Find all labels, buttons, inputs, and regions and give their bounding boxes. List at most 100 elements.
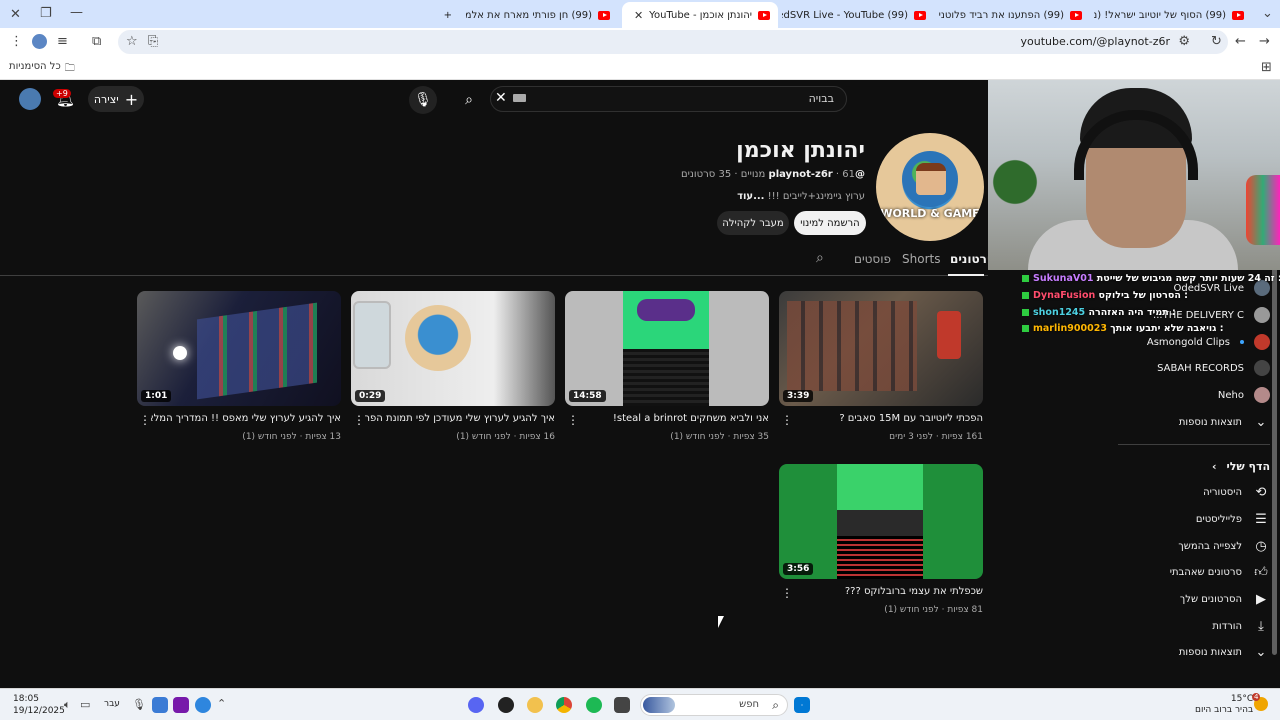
taskbar-discord-icon[interactable] — [468, 697, 484, 713]
video-title[interactable]: איך להגיע לערוץ שלי מאפס !! המדריך המלא … — [151, 413, 341, 424]
channel-avatar[interactable]: WORLD & GAME — [876, 133, 984, 241]
history-icon: ⟲ — [1255, 484, 1267, 500]
tray-onenote-icon[interactable] — [173, 697, 189, 713]
speaker-icon[interactable]: 🔈︎ — [64, 699, 71, 710]
channel-search-icon[interactable]: ⌕ — [816, 250, 824, 266]
search-input[interactable]: ✕ בבויה — [490, 86, 847, 112]
sidebar-item-watch-later[interactable]: ◷ לצפייה בהמשך — [1178, 534, 1270, 558]
voice-search-button[interactable]: 🎙︎ — [409, 86, 437, 114]
video-thumbnail[interactable]: 3:56 — [779, 464, 983, 579]
back-icon[interactable]: → — [1259, 35, 1270, 48]
bookmark-star-icon[interactable]: ☆ — [126, 35, 138, 48]
search-button[interactable]: ⌕ — [455, 86, 483, 114]
sidebar-item-your-videos[interactable]: ▶ הסרטונים שלך — [1180, 587, 1270, 611]
taskbar-chrome-icon[interactable] — [556, 697, 572, 713]
forward-icon[interactable]: ← — [1235, 35, 1246, 48]
taskbar-clock[interactable]: 18:05 19/12/2025 — [13, 693, 65, 717]
subscribe-button[interactable]: הרשמה למינוי — [794, 211, 866, 235]
all-bookmarks-button[interactable]: 🗀 כל הסימניות — [9, 61, 75, 78]
extensions-icon[interactable]: ⧉ — [92, 35, 101, 48]
thumbnail-graphic — [637, 299, 695, 321]
sidebar-you-header[interactable]: הדף שלי › — [1212, 454, 1270, 478]
taskbar-weather[interactable]: 15°C בהיר ברוב היום — [1195, 694, 1253, 716]
game-controller-icon — [1246, 175, 1280, 245]
video-menu-icon[interactable]: ⋮ — [139, 413, 151, 427]
thumbnail-graphic — [937, 311, 961, 359]
webcam-overlay — [988, 80, 1280, 270]
video-menu-icon[interactable]: ⋮ — [781, 586, 793, 600]
install-app-icon[interactable]: ⎘ — [148, 35, 158, 48]
channel-avatar-icon — [1254, 334, 1270, 350]
browser-tab-active[interactable]: יהונתן אוכמן - YouTube ✕ — [622, 2, 778, 28]
microphone-tray-icon[interactable]: 🎙︎ — [132, 699, 146, 710]
youtube-favicon-icon — [598, 10, 610, 20]
taskbar-spotify-icon[interactable] — [586, 697, 602, 713]
tray-app-icon[interactable] — [152, 697, 168, 713]
channel-description[interactable]: ערוץ גיימינג+לייבים !!! ...עוד — [737, 191, 865, 202]
tab-shorts[interactable]: Shorts — [902, 252, 940, 266]
sidebar-item-downloads[interactable]: ⤓ הורדות — [1212, 614, 1270, 638]
tab-posts[interactable]: פוסטים — [854, 252, 891, 266]
video-title[interactable]: איך להגיע לערוץ שלי מעודכן לפי תמונת הפר… — [365, 413, 555, 424]
profile-avatar-icon[interactable] — [32, 34, 47, 49]
user-avatar[interactable] — [19, 88, 41, 110]
clear-search-icon[interactable]: ✕ — [495, 90, 507, 106]
tab-search-icon[interactable]: ⌄ — [1262, 7, 1273, 20]
sidebar-show-more[interactable]: ⌄ תוצאות נוספות — [1179, 410, 1270, 434]
language-indicator[interactable]: עבר — [104, 699, 120, 709]
video-thumbnail[interactable]: 14:58 — [565, 291, 769, 406]
video-title[interactable]: שכפלתי את עצמי ברובלוקס ??? — [793, 586, 983, 597]
video-thumbnail[interactable]: 3:39 — [779, 291, 983, 406]
search-icon: ⌕ — [465, 92, 473, 108]
download-icon: ⤓ — [1258, 618, 1264, 634]
taskbar-search-input[interactable]: חפש ⌕ — [640, 694, 788, 716]
sidebar-item-liked[interactable]: 👍︎ סרטונים שאהבתי — [1170, 560, 1270, 584]
tab-close-icon[interactable]: ✕ — [634, 9, 643, 22]
window-close-icon[interactable]: ✕ — [10, 8, 21, 21]
sidebar-item-playlists[interactable]: ☰ פלייליסטים — [1196, 507, 1270, 531]
bookmarks-bar: ⊞ 🗀 כל הסימניות — [0, 56, 1280, 80]
address-bar[interactable]: ☆ ⎘ youtube.com/@playnot-z6r ⚙ — [118, 30, 1228, 54]
video-menu-icon[interactable]: ⋮ — [567, 413, 579, 427]
video-title[interactable]: אני ולביא משחקים steal a brinrot! — [579, 413, 769, 424]
apps-grid-icon[interactable]: ⊞ — [1261, 61, 1272, 74]
sidebar-subscription[interactable]: SABAH RECORDS — [1157, 356, 1270, 380]
youtube-favicon-icon — [1070, 10, 1082, 20]
taskbar-app-icon[interactable] — [614, 697, 630, 713]
browser-tab[interactable]: (99) הסוף של יוטיוב ישראל! (נס ✕ — [1094, 4, 1252, 26]
thumbnail-graphic — [623, 349, 709, 406]
browser-tab[interactable]: (99) OdedSVR Live - YouTube ✕ — [782, 4, 934, 26]
window-restore-icon[interactable]: ❐ — [40, 7, 52, 20]
tray-sync-icon[interactable] — [195, 697, 211, 713]
video-thumbnail[interactable]: 1:01 — [137, 291, 341, 406]
media-controls-icon[interactable]: ≡ — [57, 35, 68, 48]
video-title[interactable]: הפכתי ליוטיובר עם 15M סאבים ? — [793, 413, 983, 424]
video-menu-icon[interactable]: ⋮ — [353, 413, 365, 427]
site-info-icon[interactable]: ⚙ — [1178, 35, 1190, 48]
community-button[interactable]: מעבר לקהילה — [717, 211, 789, 235]
sidebar-show-more[interactable]: ⌄ תוצאות נוספות — [1179, 640, 1270, 664]
channel-title: יהונתן אוכמן — [736, 138, 865, 163]
sidebar-divider — [1118, 444, 1270, 445]
sidebar-item-history[interactable]: ⟲ היסטוריה — [1203, 480, 1270, 504]
reload-icon[interactable]: ↻ — [1211, 35, 1222, 48]
video-thumbnail[interactable]: 0:29 — [351, 291, 555, 406]
youtube-favicon-icon — [914, 10, 926, 20]
chevron-right-icon: › — [1211, 459, 1217, 473]
menu-kebab-icon[interactable]: ⋮ — [10, 35, 23, 48]
taskbar-app-icon[interactable] — [498, 697, 514, 713]
create-button[interactable]: + יצירה — [88, 86, 144, 112]
sidebar-subscription[interactable]: Neho — [1218, 383, 1270, 407]
taskbar-app-icon[interactable] — [527, 697, 543, 713]
chevron-down-icon: ⌄ — [1255, 644, 1267, 660]
network-icon[interactable]: ▭ — [80, 699, 90, 710]
tab-new[interactable]: + — [440, 4, 460, 26]
windows-start-icon[interactable] — [794, 697, 810, 713]
more-link[interactable]: ...עוד — [737, 191, 764, 202]
browser-tab[interactable]: (99) חן פורתי מארח את אלמוג ✕ — [466, 4, 618, 26]
browser-tab[interactable]: (99) הפתענו את רביד פלוטניק ✕ — [938, 4, 1090, 26]
keyboard-icon[interactable] — [513, 94, 526, 102]
window-minimize-icon[interactable]: — — [70, 6, 83, 19]
tray-chevron-up-icon[interactable]: ⌃ — [217, 698, 226, 709]
video-menu-icon[interactable]: ⋮ — [781, 413, 793, 427]
